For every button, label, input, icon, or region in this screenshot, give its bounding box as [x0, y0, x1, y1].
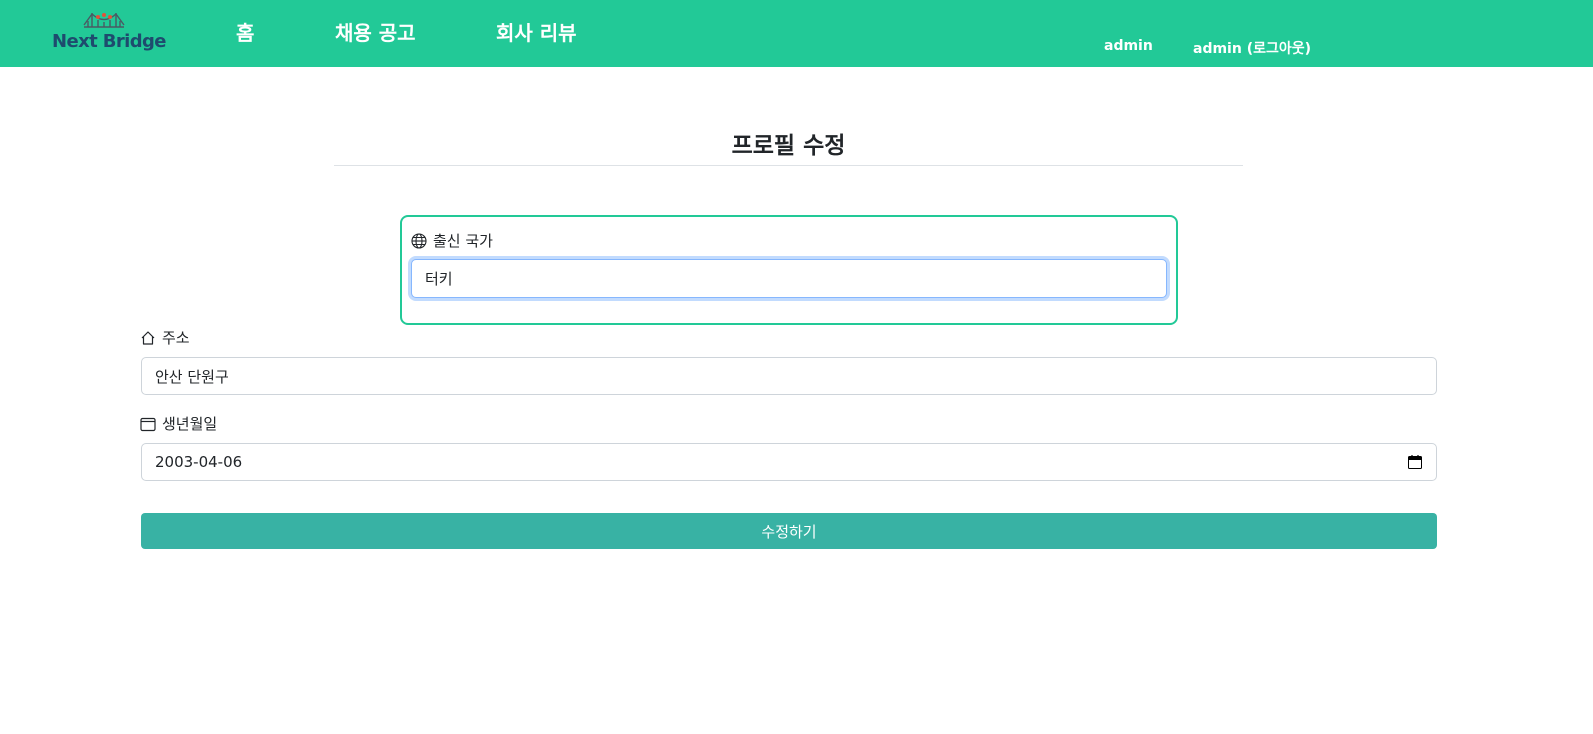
address-input[interactable]: 안산 단원구: [141, 357, 1437, 395]
submit-button[interactable]: 수정하기: [141, 513, 1437, 549]
nav-reviews-link[interactable]: 회사 리뷰: [496, 17, 577, 46]
nav-username-link[interactable]: admin: [1104, 38, 1153, 54]
logo[interactable]: Next Bridge: [52, 8, 167, 56]
title-divider: [334, 165, 1243, 166]
home-icon: [141, 330, 155, 345]
address-input-value: 안산 단원구: [155, 367, 229, 386]
birth-date-input-value: 2003-04-06: [155, 453, 243, 471]
globe-icon: [411, 232, 427, 249]
logo-text: Next Bridge: [52, 31, 167, 52]
nav-jobs-link[interactable]: 채용 공고: [335, 17, 416, 46]
birth-date-input[interactable]: 2003-04-06: [141, 443, 1437, 481]
top-navbar: Next Bridge 홈 채용 공고 회사 리뷰 admin admin (로…: [0, 0, 1593, 67]
date-picker-calendar-icon[interactable]: [1407, 454, 1423, 470]
country-input[interactable]: 터키: [411, 259, 1167, 298]
bridge-logo-icon: [83, 12, 125, 28]
address-label-text: 주소: [162, 329, 190, 347]
calendar-icon: [140, 417, 156, 431]
country-input-value: 터키: [425, 270, 453, 288]
birth-date-label: 생년월일: [140, 413, 217, 434]
page-title: 프로필 수정: [731, 133, 846, 159]
nav-logout-link[interactable]: admin (로그아웃): [1193, 38, 1311, 58]
nav-home-link[interactable]: 홈: [236, 17, 254, 46]
country-label-text: 출신 국가: [433, 232, 493, 250]
address-label: 주소: [140, 327, 190, 348]
country-label: 출신 국가: [411, 230, 493, 251]
birth-date-label-text: 생년월일: [162, 415, 218, 433]
